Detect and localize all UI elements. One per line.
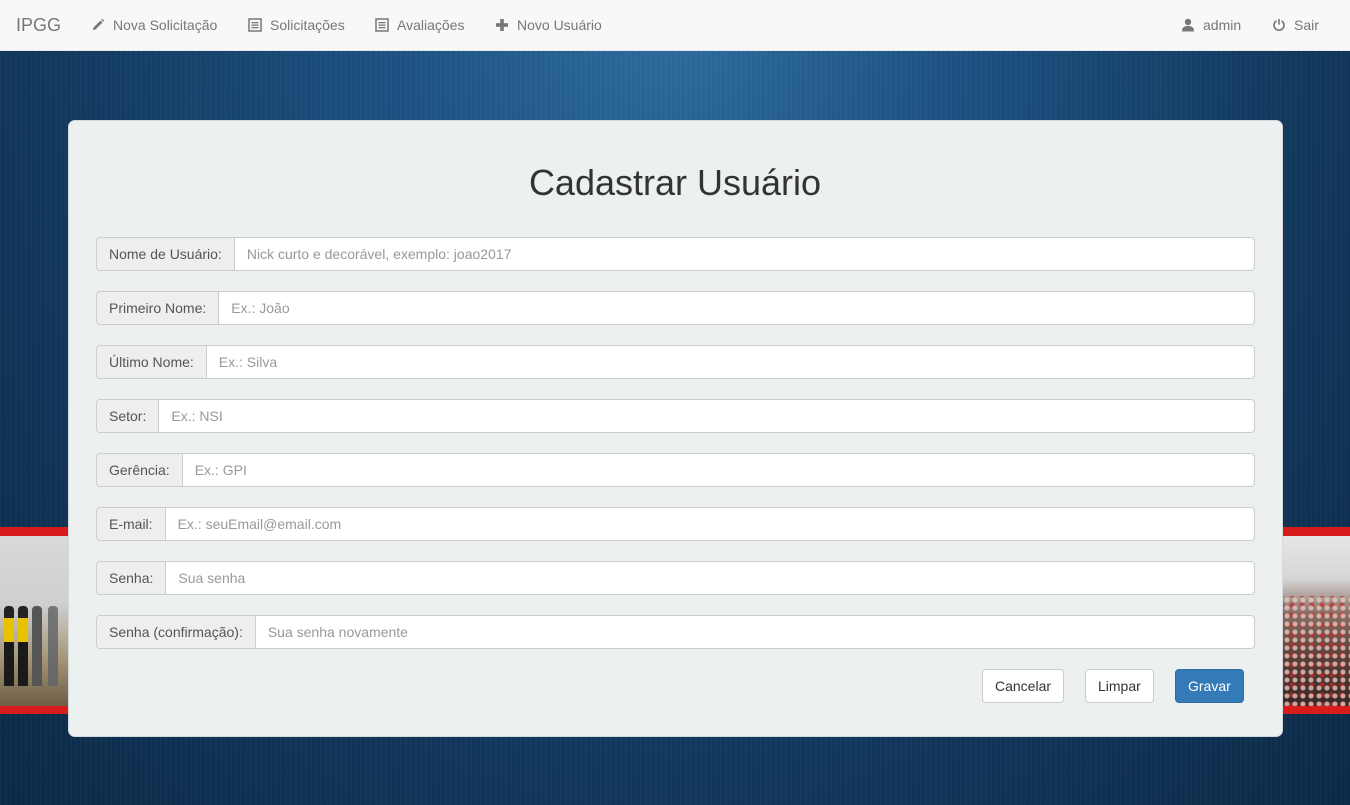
nav-sair[interactable]: Sair	[1272, 17, 1319, 33]
list-icon	[248, 18, 262, 32]
save-button[interactable]: Gravar	[1175, 669, 1244, 703]
brand-link[interactable]: IPGG	[16, 15, 61, 36]
nav-label: Sair	[1294, 17, 1319, 33]
management-input[interactable]	[181, 453, 1255, 487]
nav-nova-solicitacao[interactable]: Nova Solicitação	[91, 17, 217, 33]
last-name-input[interactable]	[205, 345, 1255, 379]
field-last-name: Último Nome:	[96, 345, 1255, 379]
pencil-icon	[91, 18, 105, 32]
email-input[interactable]	[164, 507, 1255, 541]
field-label: Senha (confirmação):	[96, 615, 255, 649]
nav-label: Solicitações	[270, 17, 345, 33]
nav-label: Nova Solicitação	[113, 17, 218, 33]
field-label: E-mail:	[96, 507, 165, 541]
top-navbar: IPGG Nova Solicitação Solicitações Avali…	[0, 0, 1350, 51]
nav-label: Avaliações	[397, 17, 465, 33]
field-label: Último Nome:	[96, 345, 206, 379]
sector-input[interactable]	[158, 399, 1255, 433]
nav-avaliacoes[interactable]: Avaliações	[375, 17, 464, 33]
field-email: E-mail:	[96, 507, 1255, 541]
field-sector: Setor:	[96, 399, 1255, 433]
field-label: Setor:	[96, 399, 159, 433]
nav-label: Novo Usuário	[517, 17, 602, 33]
power-icon	[1272, 18, 1286, 32]
nav-label: admin	[1203, 17, 1242, 33]
field-password: Senha:	[96, 561, 1255, 595]
user-icon	[1181, 18, 1195, 32]
page-title: Cadastrar Usuário	[528, 162, 822, 203]
field-label: Senha:	[96, 561, 166, 595]
list-icon	[375, 18, 389, 32]
field-label: Gerência:	[96, 453, 182, 487]
clear-button[interactable]: Limpar	[1085, 669, 1154, 703]
field-label: Primeiro Nome:	[96, 291, 219, 325]
nav-novo-usuario[interactable]: Novo Usuário	[495, 17, 602, 33]
password-input[interactable]	[165, 561, 1255, 595]
plus-icon	[495, 18, 509, 32]
cancel-button[interactable]: Cancelar	[982, 669, 1065, 703]
field-first-name: Primeiro Nome:	[96, 291, 1255, 325]
username-input[interactable]	[233, 237, 1255, 271]
first-name-input[interactable]	[218, 291, 1255, 325]
field-username: Nome de Usuário:	[96, 237, 1255, 271]
banner-photo-right	[1283, 536, 1350, 706]
nav-solicitacoes[interactable]: Solicitações	[248, 17, 345, 33]
field-management: Gerência:	[96, 453, 1255, 487]
field-password-confirm: Senha (confirmação):	[96, 615, 1255, 649]
field-label: Nome de Usuário:	[96, 237, 234, 271]
nav-user-admin[interactable]: admin	[1181, 17, 1241, 33]
password-confirm-input[interactable]	[254, 615, 1255, 649]
banner-photo-left	[0, 536, 68, 706]
